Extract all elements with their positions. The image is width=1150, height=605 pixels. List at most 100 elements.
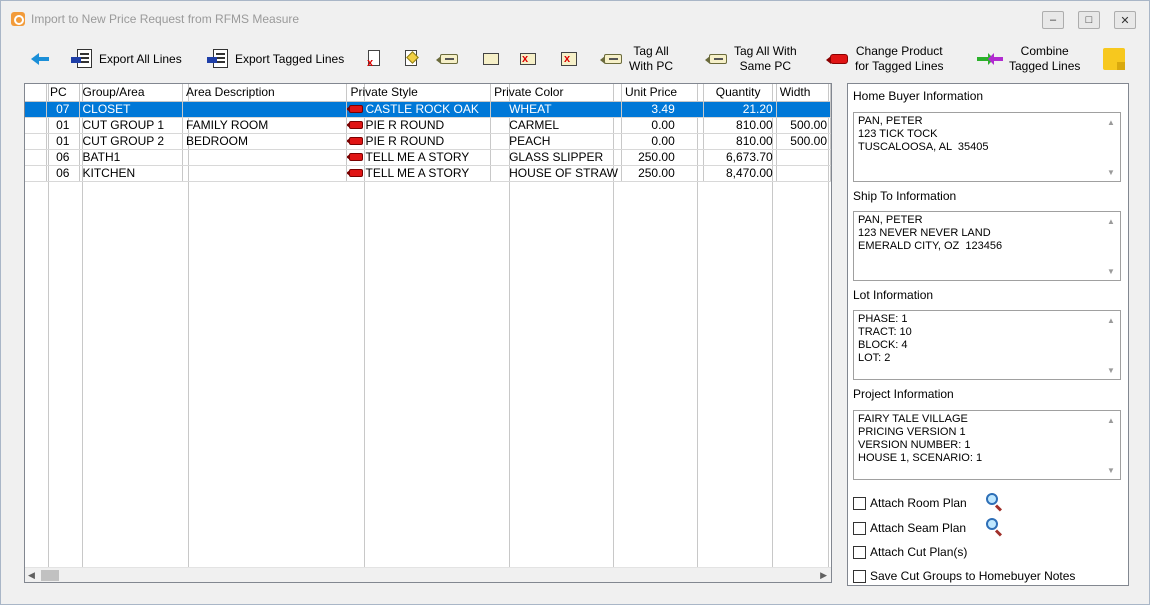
cell-style-text: CASTLE ROCK OAK bbox=[365, 101, 479, 116]
scroll-down-icon[interactable]: ▼ bbox=[1107, 166, 1115, 179]
window-title: Import to New Price Request from RFMS Me… bbox=[31, 12, 300, 26]
checkbox-box[interactable] bbox=[853, 496, 866, 510]
edit-line-button[interactable] bbox=[402, 43, 420, 75]
tagged-icon bbox=[346, 136, 364, 145]
tag-same-pc-label: Tag All With Same PC bbox=[734, 44, 797, 74]
lot-scrollbar[interactable]: ▲ ▼ bbox=[1104, 311, 1120, 379]
column-header-style[interactable]: Private Style bbox=[346, 84, 492, 102]
project-scrollbar[interactable]: ▲ ▼ bbox=[1104, 411, 1120, 479]
tag-line-button[interactable] bbox=[436, 43, 459, 75]
attach-seam-plan-checkbox[interactable]: Attach Seam Plan bbox=[853, 521, 966, 535]
combine-tagged-button[interactable]: Combine Tagged Lines bbox=[977, 43, 1080, 75]
cell-quantity: 8,470.00 bbox=[703, 165, 777, 182]
attach-room-plan-checkbox[interactable]: Attach Room Plan bbox=[853, 496, 967, 510]
cell-color: WHEAT bbox=[490, 101, 622, 118]
column-header-description[interactable]: Area Description bbox=[182, 84, 348, 102]
lot-box[interactable]: PHASE: 1 TRACT: 10 BLOCK: 4 LOT: 2 ▲ ▼ bbox=[853, 310, 1121, 380]
attach-seam-plan-label: Attach Seam Plan bbox=[870, 521, 967, 535]
lot-line: PHASE: 1 bbox=[858, 313, 908, 325]
cell-description: FAMILY ROOM bbox=[182, 117, 348, 134]
ship-to-line: 123 NEVER NEVER LAND bbox=[858, 227, 991, 239]
scroll-up-icon[interactable]: ▲ bbox=[1107, 314, 1115, 327]
table-row[interactable]: 01 CUT GROUP 2 BEDROOM PIE R ROUND PEACH… bbox=[25, 133, 831, 150]
column-header-width[interactable]: Width bbox=[776, 84, 831, 102]
horizontal-scrollbar[interactable]: ◀ ▶ bbox=[25, 567, 831, 582]
home-buyer-box[interactable]: PAN, PETER 123 TICK TOCK TUSCALOOSA, AL … bbox=[853, 112, 1121, 182]
row-selector[interactable] bbox=[25, 165, 47, 182]
save-cut-groups-checkbox[interactable]: Save Cut Groups to Homebuyer Notes bbox=[853, 569, 1075, 583]
scroll-down-icon[interactable]: ▼ bbox=[1107, 364, 1115, 377]
export-all-icon bbox=[71, 49, 93, 69]
row-selector[interactable] bbox=[25, 149, 47, 166]
ship-to-box[interactable]: PAN, PETER 123 NEVER NEVER LAND EMERALD … bbox=[853, 211, 1121, 281]
view-seam-plan-magnifier-icon[interactable] bbox=[985, 517, 1005, 537]
change-product-label: Change Product for Tagged Lines bbox=[855, 44, 944, 74]
scroll-right-icon[interactable]: ▶ bbox=[820, 570, 827, 581]
column-header-group[interactable]: Group/Area bbox=[79, 84, 183, 102]
column-header-unit-price[interactable]: Unit Price bbox=[621, 84, 704, 102]
untag-all-button[interactable]: x bbox=[558, 43, 577, 75]
notes-button[interactable] bbox=[1103, 43, 1125, 75]
tag-all-button[interactable] bbox=[480, 43, 499, 75]
row-selector[interactable] bbox=[25, 101, 47, 118]
combine-line1: Combine bbox=[1020, 44, 1069, 58]
home-buyer-line: TUSCALOOSA, AL 35405 bbox=[858, 141, 989, 153]
project-line: FAIRY TALE VILLAGE bbox=[858, 413, 968, 425]
tag-all-same-pc-button[interactable]: Tag All With Same PC bbox=[705, 43, 797, 75]
minimize-button[interactable]: – bbox=[1042, 11, 1064, 29]
row-selector[interactable] bbox=[25, 117, 47, 134]
home-buyer-scrollbar[interactable]: ▲ ▼ bbox=[1104, 113, 1120, 181]
scroll-up-icon[interactable]: ▲ bbox=[1107, 414, 1115, 427]
scroll-up-icon[interactable]: ▲ bbox=[1107, 116, 1115, 129]
table-row[interactable]: 06 BATH1 TELL ME A STORY GLASS SLIPPER 2… bbox=[25, 149, 831, 166]
cell-pc: 07 bbox=[46, 101, 80, 118]
column-header-color[interactable]: Private Color bbox=[490, 84, 622, 102]
scroll-down-icon[interactable]: ▼ bbox=[1107, 464, 1115, 477]
combine-arrows-icon bbox=[977, 53, 1003, 65]
red-tag-icon bbox=[826, 53, 849, 65]
back-button[interactable] bbox=[31, 43, 51, 75]
close-button[interactable]: ✕ bbox=[1114, 11, 1136, 29]
lot-label: Lot Information bbox=[853, 288, 934, 302]
table-row[interactable]: 01 CUT GROUP 1 FAMILY ROOM PIE R ROUND C… bbox=[25, 117, 831, 134]
attach-cut-plan-checkbox[interactable]: Attach Cut Plan(s) bbox=[853, 545, 967, 559]
project-box[interactable]: FAIRY TALE VILLAGE PRICING VERSION 1 VER… bbox=[853, 410, 1121, 480]
table-row[interactable]: 07 CLOSET CASTLE ROCK OAK WHEAT 3.49 21.… bbox=[25, 101, 831, 118]
cell-unit-price: 250.00 bbox=[621, 149, 704, 166]
tag-same-pc-icon bbox=[705, 53, 728, 65]
scroll-down-icon[interactable]: ▼ bbox=[1107, 265, 1115, 278]
home-buyer-line: PAN, PETER bbox=[858, 115, 923, 127]
cell-width bbox=[776, 149, 831, 166]
tag-all-with-pc-button[interactable]: Tag All With PC bbox=[600, 43, 673, 75]
cell-width bbox=[776, 101, 831, 118]
scroll-left-icon[interactable]: ◀ bbox=[28, 570, 35, 581]
table-row[interactable]: 06 KITCHEN TELL ME A STORY HOUSE OF STRA… bbox=[25, 165, 831, 182]
column-header-quantity[interactable]: Quantity bbox=[703, 84, 777, 102]
column-header-pc[interactable]: PC bbox=[46, 84, 80, 102]
scroll-thumb[interactable] bbox=[41, 570, 59, 581]
change-product-button[interactable]: Change Product for Tagged Lines bbox=[826, 43, 944, 75]
scroll-up-icon[interactable]: ▲ bbox=[1107, 215, 1115, 228]
checkbox-box[interactable] bbox=[853, 545, 866, 559]
view-room-plan-magnifier-icon[interactable] bbox=[985, 492, 1005, 512]
ship-to-scrollbar[interactable]: ▲ ▼ bbox=[1104, 212, 1120, 280]
lines-table: PC Group/Area Area Description Private S… bbox=[25, 84, 831, 182]
tag-icon bbox=[436, 53, 459, 65]
cell-pc: 06 bbox=[46, 149, 80, 166]
lines-grid[interactable]: PC Group/Area Area Description Private S… bbox=[24, 83, 832, 583]
note-icon bbox=[1103, 48, 1125, 70]
export-tagged-button[interactable]: Export Tagged Lines bbox=[207, 43, 344, 75]
checkbox-box[interactable] bbox=[853, 521, 866, 535]
untag-line-button[interactable]: x bbox=[517, 43, 536, 75]
checkbox-box[interactable] bbox=[853, 569, 866, 583]
export-all-button[interactable]: Export All Lines bbox=[71, 43, 182, 75]
project-line: VERSION NUMBER: 1 bbox=[858, 439, 971, 451]
edit-sheet-icon bbox=[402, 50, 420, 68]
delete-line-button[interactable]: x bbox=[365, 43, 383, 75]
lot-line: TRACT: 10 bbox=[858, 326, 912, 338]
row-selector[interactable] bbox=[25, 133, 47, 150]
cell-group: CUT GROUP 2 bbox=[79, 133, 183, 150]
cell-style-text: PIE R ROUND bbox=[365, 117, 445, 132]
maximize-button[interactable]: □ bbox=[1078, 11, 1100, 29]
cell-color: PEACH bbox=[490, 133, 622, 150]
